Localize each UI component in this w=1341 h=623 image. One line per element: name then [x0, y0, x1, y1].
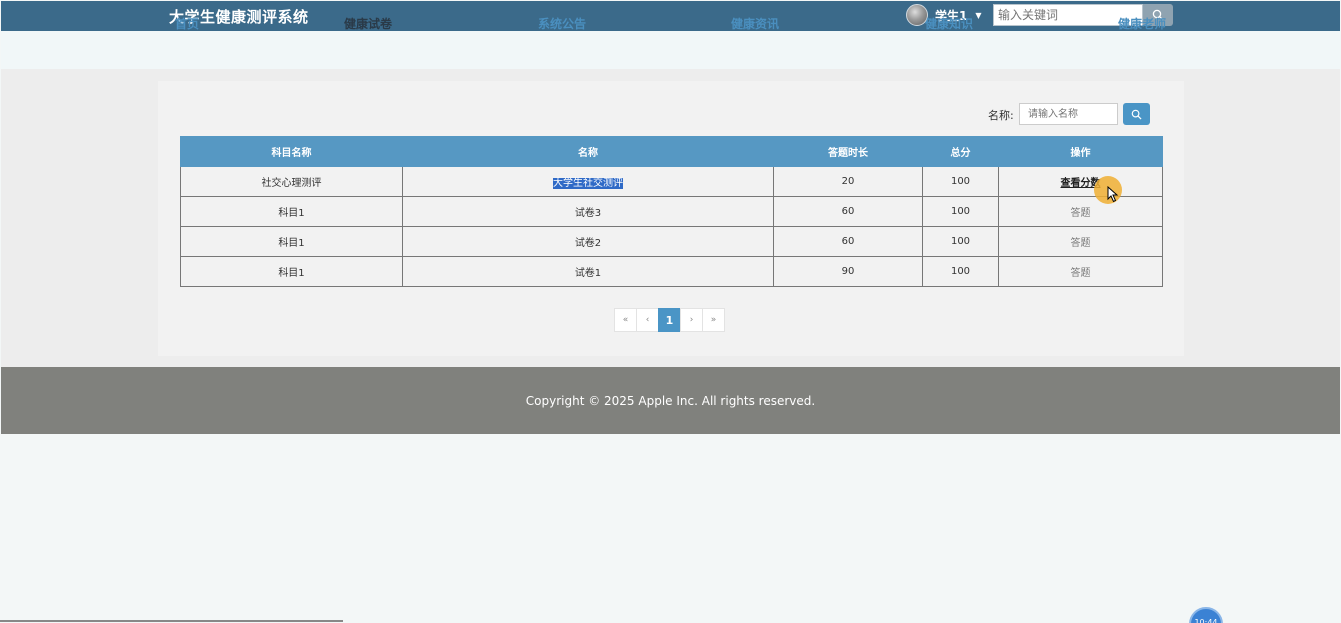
cell-name: 试卷3: [402, 196, 774, 227]
cell-score: 100: [922, 166, 999, 197]
answer-button[interactable]: 答题: [1071, 268, 1091, 279]
cell-subject: 科目1: [180, 196, 403, 227]
nav-item-health-papers[interactable]: 健康试卷: [344, 15, 392, 32]
cell-duration: 20: [773, 166, 923, 197]
nav-item-home[interactable]: 首页: [175, 15, 199, 32]
table-header-row: 科目名称 名称 答题时长 总分 操作: [180, 136, 1163, 167]
pagination-last[interactable]: »: [702, 308, 725, 332]
table-row: 科目1 试卷1 90 100 答题: [180, 256, 1163, 287]
filter-search-button[interactable]: [1123, 103, 1150, 125]
table-row: 社交心理测评 大学生社交测评 20 100 查看分数: [180, 166, 1163, 197]
answer-button[interactable]: 答题: [1071, 238, 1091, 249]
column-header-score: 总分: [922, 136, 999, 167]
cell-subject: 科目1: [180, 226, 403, 257]
column-header-subject: 科目名称: [180, 136, 403, 167]
filter-name-label: 名称:: [988, 109, 1014, 122]
cell-name: 大学生社交测评: [402, 166, 774, 197]
pagination: « ‹ 1 › »: [614, 308, 725, 332]
pagination-first[interactable]: «: [614, 308, 637, 332]
search-icon: [1131, 109, 1142, 120]
cell-action: 查看分数: [998, 166, 1163, 197]
selected-paper-name: 大学生社交测评: [553, 178, 623, 189]
bottom-scroll-indicator: [0, 620, 343, 622]
nav-item-announcements[interactable]: 系统公告: [538, 15, 586, 32]
cell-subject: 社交心理测评: [180, 166, 403, 197]
cell-score: 100: [922, 226, 999, 257]
nav-item-health-news[interactable]: 健康资讯: [731, 15, 779, 32]
table-row: 科目1 试卷2 60 100 答题: [180, 226, 1163, 257]
cell-name: 试卷2: [402, 226, 774, 257]
mouse-cursor-icon: [1107, 186, 1119, 203]
column-header-name: 名称: [402, 136, 774, 167]
name-filter-input[interactable]: [1019, 103, 1118, 125]
main-nav: [1, 31, 1340, 69]
papers-table: 科目名称 名称 答题时长 总分 操作 社交心理测评 大学生社交测评 20 100…: [180, 136, 1163, 287]
cell-name: 试卷1: [402, 256, 774, 287]
floating-clock-widget[interactable]: 10:44: [1189, 607, 1223, 623]
copyright-text: Copyright © 2025 Apple Inc. All rights r…: [525, 393, 816, 408]
cell-duration: 60: [773, 196, 923, 227]
cell-score: 100: [922, 256, 999, 287]
cell-duration: 90: [773, 256, 923, 287]
pagination-current-page[interactable]: 1: [658, 308, 681, 332]
cell-subject: 科目1: [180, 256, 403, 287]
page-footer: Copyright © 2025 Apple Inc. All rights r…: [1, 367, 1340, 434]
table-row: 科目1 试卷3 60 100 答题: [180, 196, 1163, 227]
cell-duration: 60: [773, 226, 923, 257]
cell-action: 答题: [998, 196, 1163, 227]
nav-item-health-knowledge[interactable]: 健康知识: [925, 15, 973, 32]
column-header-action: 操作: [998, 136, 1163, 167]
caret-down-icon[interactable]: ▼: [975, 11, 981, 20]
pagination-next[interactable]: ›: [680, 308, 703, 332]
cell-action: 答题: [998, 256, 1163, 287]
answer-button[interactable]: 答题: [1071, 208, 1091, 219]
cell-score: 100: [922, 196, 999, 227]
column-header-duration: 答题时长: [773, 136, 923, 167]
cell-action: 答题: [998, 226, 1163, 257]
nav-item-health-teachers[interactable]: 健康老师: [1118, 15, 1166, 32]
pagination-prev[interactable]: ‹: [636, 308, 659, 332]
